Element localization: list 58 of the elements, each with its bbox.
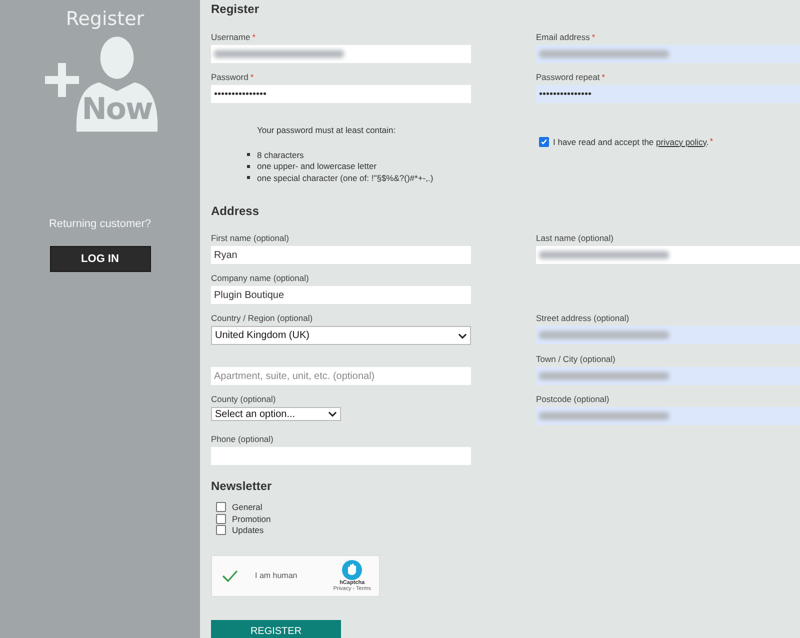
input-field[interactable]: ••••••••••••••• bbox=[536, 85, 800, 103]
required-mark: * bbox=[602, 72, 606, 83]
password-hint: Your password must at least contain: bbox=[257, 125, 396, 135]
captcha-label: I am human bbox=[255, 571, 298, 580]
field-label: Phone (optional) bbox=[211, 434, 274, 445]
input-field[interactable] bbox=[536, 367, 800, 385]
input-field[interactable]: ••••••••••••••• bbox=[211, 85, 471, 103]
hcaptcha-logo-icon bbox=[342, 560, 362, 580]
field-label: Password bbox=[211, 72, 248, 83]
field-label: Company name (optional) bbox=[211, 273, 309, 284]
requirement-item: 8 characters bbox=[257, 150, 304, 160]
plus-icon bbox=[45, 63, 79, 97]
input-field[interactable]: Apartment, suite, unit, etc. (optional) bbox=[211, 367, 471, 385]
field-label: Town / City (optional) bbox=[536, 354, 616, 365]
required-mark: * bbox=[250, 72, 254, 83]
field-label: Password repeat bbox=[536, 72, 600, 83]
input-field[interactable] bbox=[536, 326, 800, 344]
field-label: First name (optional) bbox=[211, 233, 289, 244]
dropdown[interactable]: United Kingdom (UK) bbox=[211, 326, 471, 345]
checkbox[interactable] bbox=[216, 514, 226, 524]
field-label: Postcode (optional) bbox=[536, 394, 610, 405]
consent-text: I have read and accept the privacy policy. bbox=[553, 136, 709, 146]
checkbox-label: Updates bbox=[232, 525, 264, 536]
input-field[interactable]: Ryan bbox=[211, 246, 471, 264]
input-field[interactable] bbox=[211, 45, 471, 63]
checkbox[interactable] bbox=[539, 136, 549, 146]
checkbox-label: Promotion bbox=[232, 514, 271, 524]
field-label: Country / Region (optional) bbox=[211, 313, 314, 324]
section-heading: Newsletter bbox=[211, 478, 273, 495]
input-field[interactable] bbox=[536, 45, 800, 63]
input-field[interactable] bbox=[211, 447, 471, 465]
checkbox-label: General bbox=[232, 502, 262, 512]
field-label: Username bbox=[211, 32, 250, 43]
checkmark-icon bbox=[222, 570, 238, 582]
input-field[interactable]: Plugin Boutique bbox=[211, 286, 471, 304]
field-label: Last name (optional) bbox=[536, 233, 614, 244]
requirement-item: one special character (one of: !"§$%&?()#*+-,.) bbox=[257, 172, 434, 183]
field-label: Street address (optional) bbox=[536, 313, 630, 324]
returning-customer-text: Returning customer? bbox=[48, 218, 152, 230]
section-heading: Address bbox=[211, 203, 260, 220]
register-button[interactable]: REGISTER bbox=[211, 620, 341, 638]
checkbox[interactable] bbox=[216, 502, 226, 512]
login-button[interactable]: LOG IN bbox=[50, 246, 150, 272]
input-field[interactable] bbox=[536, 407, 800, 425]
requirement-item: one upper- and lowercase letter bbox=[257, 161, 377, 172]
required-mark: * bbox=[592, 32, 596, 43]
field-label: County (optional) bbox=[211, 394, 277, 405]
checkbox[interactable] bbox=[216, 525, 226, 536]
field-label: Email address bbox=[536, 32, 590, 43]
sidebar-title: Register bbox=[66, 8, 144, 30]
section-heading: Register bbox=[211, 1, 260, 18]
input-field[interactable] bbox=[536, 246, 800, 264]
dropdown[interactable]: Select an option... bbox=[211, 407, 341, 421]
required-mark: * bbox=[710, 136, 714, 147]
privacy-policy-link[interactable]: privacy policy bbox=[656, 136, 706, 146]
required-mark: * bbox=[252, 32, 256, 43]
chevron-icon bbox=[328, 411, 337, 417]
chevron-icon bbox=[458, 332, 467, 338]
